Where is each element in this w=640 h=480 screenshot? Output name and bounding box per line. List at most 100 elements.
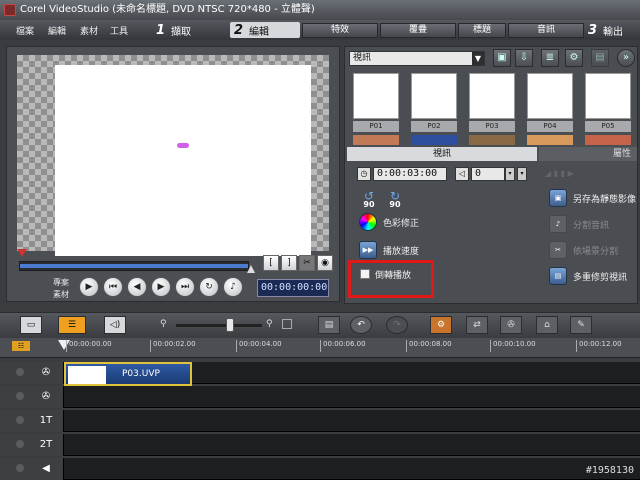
track-visibility-icon[interactable] (16, 392, 24, 400)
thumb-p05[interactable] (585, 73, 631, 119)
ruler-tick: 00:00:02.00 (150, 340, 196, 352)
thumb-row2[interactable] (527, 135, 573, 145)
storyboard-view-icon[interactable]: ▭ (20, 316, 42, 334)
redo-icon[interactable]: ↷ (386, 316, 408, 334)
library-category-select[interactable]: 視訊 ▼ (349, 51, 485, 66)
trim-start-marker-icon[interactable] (17, 249, 27, 257)
tab-attributes[interactable]: 屬性 (539, 147, 637, 161)
next-frame-icon[interactable]: ▶ (151, 277, 171, 297)
import-icon[interactable]: ⇩ (515, 49, 533, 67)
reverse-play-checkbox[interactable] (360, 269, 370, 279)
tab-effects[interactable]: 特效 (302, 23, 378, 38)
overlay-icon: ✇ (41, 391, 51, 402)
zoom-in-icon[interactable]: ⚲ (266, 319, 273, 329)
sort-icon[interactable]: ≣ (541, 49, 559, 67)
step-capture[interactable]: 1 擷取 (156, 22, 226, 38)
overlay-track[interactable]: ✇ (0, 386, 640, 408)
thumb-p01[interactable] (353, 73, 399, 119)
options-icon[interactable]: ▤ (591, 49, 609, 67)
volume-field[interactable]: 0 (471, 167, 505, 181)
split-clip-icon[interactable]: ✂ (299, 255, 315, 271)
zoom-out-icon[interactable]: ⚲ (160, 319, 167, 329)
enlarge-preview-icon[interactable]: ◉ (317, 255, 333, 271)
step-share[interactable]: 3 輸出 (588, 22, 638, 38)
tab-title[interactable]: 標題 (458, 23, 506, 38)
save-still-button[interactable]: ▣ 另存為靜態影像 (549, 189, 636, 207)
tab-audio[interactable]: 音訊 (508, 23, 584, 38)
scrub-fill (20, 264, 248, 268)
title-track-2[interactable]: 2T (0, 434, 640, 456)
thumb-row2[interactable] (585, 135, 631, 145)
clip-mode-label[interactable]: 素材 (53, 289, 69, 300)
title-icon: 1T (39, 415, 53, 426)
previous-frame-icon[interactable]: ◀ (127, 277, 147, 297)
tab-overlay[interactable]: 覆疊 (380, 23, 456, 38)
mark-in-button[interactable]: [ (263, 255, 279, 271)
step-edit[interactable]: 2 編輯 (230, 22, 300, 38)
split-by-scene-button[interactable]: ✂ 依場景分割 (549, 241, 618, 259)
audio-track-header: ◀ (0, 458, 64, 480)
menu-clip[interactable]: 素材 (80, 24, 98, 37)
menu-file[interactable]: 檔案 (16, 24, 34, 37)
split-audio-button[interactable]: ♪ 分割音訊 (549, 215, 609, 233)
duration-field[interactable]: 0:00:03:00 (373, 167, 447, 181)
mark-out-button[interactable]: ] (281, 255, 297, 271)
expand-icon[interactable]: » (617, 49, 635, 67)
go-to-start-icon[interactable]: ⏮ (103, 277, 123, 297)
track-visibility-icon[interactable] (16, 464, 24, 472)
scrub-bar[interactable] (19, 261, 249, 271)
volume-icon[interactable]: ♪ (223, 277, 243, 297)
project-mode-label[interactable]: 專案 (53, 277, 69, 288)
fit-project-icon[interactable] (282, 319, 292, 329)
audio-track[interactable]: ◀ (0, 458, 640, 480)
tab-video-options[interactable]: 視訊 (347, 147, 537, 161)
thumb-row2[interactable] (353, 135, 399, 145)
rotate-right-button[interactable]: ↻ 90 (385, 189, 405, 211)
color-correction-button[interactable]: 色彩修正 (359, 213, 419, 231)
track-visibility-icon[interactable] (16, 368, 24, 376)
preview-frame (55, 65, 311, 256)
multi-trim-button[interactable]: ▤ 多重修剪視訊 (549, 267, 627, 285)
thumb-label: P04 (527, 121, 573, 132)
watermark: #1958130 (585, 465, 634, 476)
library-manager-icon[interactable]: ⚙ (565, 49, 583, 67)
thumb-label: P02 (411, 121, 457, 132)
track-toggle-icon[interactable]: ☷ (12, 341, 30, 351)
repeat-icon[interactable]: ↻ (199, 277, 219, 297)
ruler-tick: 00:00:12.00 (576, 340, 622, 352)
playback-speed-button[interactable]: ▶▶ 播放速度 (359, 241, 419, 259)
thumb-row2[interactable] (469, 135, 515, 145)
play-icon[interactable]: ▶ (79, 277, 99, 297)
go-to-end-icon[interactable]: ⏭ (175, 277, 195, 297)
timeline-view-icon[interactable]: ☰ (58, 316, 86, 334)
batch-convert-icon[interactable]: ⇄ (466, 316, 488, 334)
audio-view-icon[interactable]: ◁) (104, 316, 126, 334)
insert-media-icon[interactable]: ▤ (318, 316, 340, 334)
chapter-icon[interactable]: ⌂ (536, 316, 558, 334)
volume-spinner-icon[interactable]: ▾ (505, 167, 515, 181)
title-track-1[interactable]: 1T (0, 410, 640, 432)
zoom-slider-thumb[interactable] (226, 318, 234, 332)
volume-dropdown-icon[interactable]: ▾ (517, 167, 527, 181)
timecode-display[interactable]: 00:00:00:00 (257, 279, 329, 297)
thumb-p04[interactable] (527, 73, 573, 119)
smart-proxy-icon[interactable]: ⚙ (430, 316, 452, 334)
zoom-slider[interactable] (176, 324, 262, 327)
speaker-icon: ◁ (455, 167, 469, 181)
thumb-row2[interactable] (411, 135, 457, 145)
film-reel-icon[interactable]: ✇ (500, 316, 522, 334)
timeline-ruler[interactable]: ☷ 00:00:00.00 00:00:02.00 00:00:04.00 00… (0, 338, 640, 358)
track-manager-icon[interactable]: ✎ (570, 316, 592, 334)
menu-edit[interactable]: 編輯 (48, 24, 66, 37)
menu-tools[interactable]: 工具 (110, 24, 128, 37)
rotate-left-button[interactable]: ↺ 90 (359, 189, 379, 211)
window-title: Corel VideoStudio (未命名標題, DVD NTSC 720*4… (20, 4, 315, 15)
still-image-icon: ▣ (549, 189, 567, 207)
track-visibility-icon[interactable] (16, 416, 24, 424)
timeline-clip[interactable]: P03.UVP (64, 362, 192, 386)
track-visibility-icon[interactable] (16, 440, 24, 448)
undo-icon[interactable]: ↶ (350, 316, 372, 334)
folder-icon[interactable]: ▣ (493, 49, 511, 67)
thumb-p03[interactable] (469, 73, 515, 119)
thumb-p02[interactable] (411, 73, 457, 119)
